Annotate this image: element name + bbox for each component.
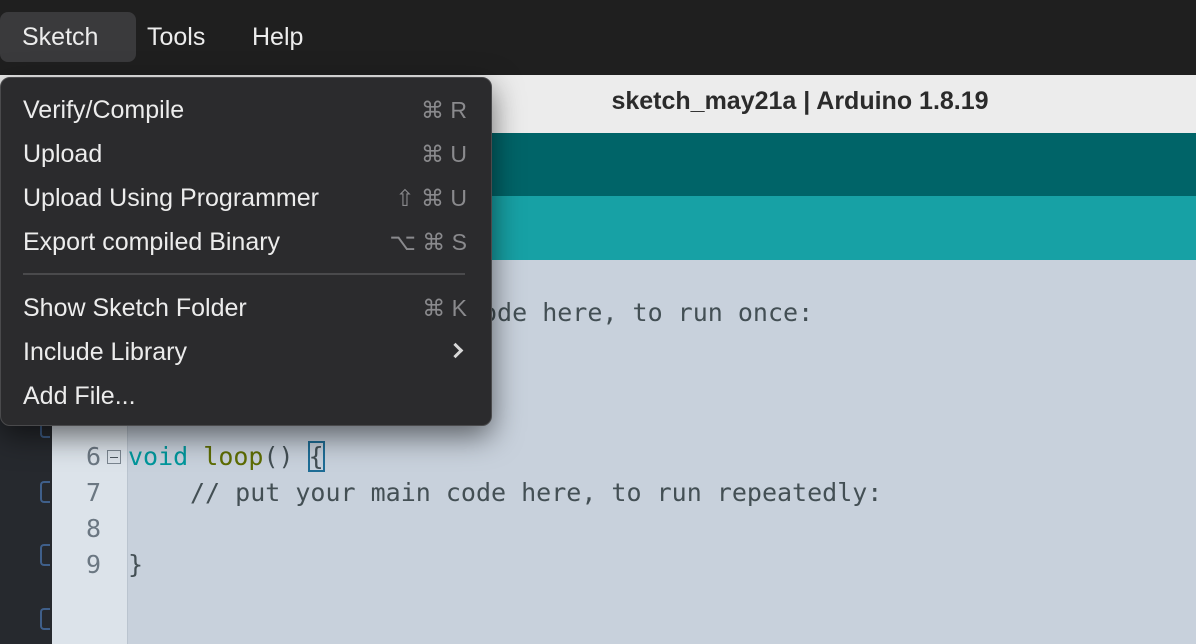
menu-item-shortcut: ⌘ R xyxy=(421,97,467,123)
menu-item-shortcut: ⌥ ⌘ S xyxy=(389,229,467,255)
menu-help[interactable]: Help xyxy=(230,12,325,62)
side-marker xyxy=(40,608,50,630)
window-title: sketch_may21a | Arduino 1.8.19 xyxy=(611,87,989,115)
menu-item-add-file[interactable]: Add File... xyxy=(1,374,491,418)
menu-item-show-sketch-folder[interactable]: Show Sketch Folder ⌘ K xyxy=(1,286,491,330)
parens: () xyxy=(263,442,294,471)
code-line-comment: // put your main code here, to run repea… xyxy=(190,475,882,511)
code-fragment: ode here, to run once: xyxy=(482,298,814,327)
menu-item-label: Show Sketch Folder xyxy=(23,294,247,322)
screen: Sketch Tools Help sketch_may21a | Arduin… xyxy=(0,0,1196,644)
code-line-close: } xyxy=(128,550,144,579)
menu-item-shortcut: ⌘ K xyxy=(422,295,467,321)
menu-item-label: Add File... xyxy=(23,382,136,410)
sketch-menu-dropdown: Verify/Compile ⌘ R Upload ⌘ U Upload Usi… xyxy=(0,77,492,426)
line-number: 7 xyxy=(85,478,101,507)
menu-item-label: Export compiled Binary xyxy=(23,228,281,256)
comment: // put your main code here, to run repea… xyxy=(190,478,883,507)
line-number: 8 xyxy=(85,514,101,543)
side-marker xyxy=(40,481,50,503)
menu-item-label: Upload Using Programmer xyxy=(23,184,319,212)
menu-item-verify-compile[interactable]: Verify/Compile ⌘ R xyxy=(1,88,491,132)
line-number: 9 xyxy=(85,550,101,579)
menu-item-shortcut: ⇧ ⌘ U xyxy=(395,185,467,211)
fold-toggle-icon[interactable] xyxy=(107,450,121,464)
keyword-void: void xyxy=(128,442,189,471)
highlighted-brace: { xyxy=(307,441,325,472)
function-name: loop xyxy=(203,442,264,471)
chevron-right-icon xyxy=(447,342,464,359)
menu-item-upload[interactable]: Upload ⌘ U xyxy=(1,132,491,176)
menu-bar: Sketch Tools Help xyxy=(0,0,1196,75)
menu-item-shortcut: ⌘ U xyxy=(421,141,467,167)
menu-item-export-compiled-binary[interactable]: Export compiled Binary ⌥ ⌘ S xyxy=(1,220,491,264)
menu-item-label: Verify/Compile xyxy=(23,96,185,124)
menu-item-include-library[interactable]: Include Library xyxy=(1,330,491,374)
code-line-loop: void loop() { xyxy=(128,439,325,475)
menu-separator xyxy=(23,273,465,275)
menu-item-label: Upload xyxy=(23,140,103,168)
line-number: 6 xyxy=(85,442,101,471)
menu-item-upload-using-programmer[interactable]: Upload Using Programmer ⇧ ⌘ U xyxy=(1,176,491,220)
menu-tools[interactable]: Tools xyxy=(125,12,227,62)
menu-item-label: Include Library xyxy=(23,338,187,366)
menu-sketch[interactable]: Sketch xyxy=(0,12,136,62)
side-marker xyxy=(40,544,50,566)
